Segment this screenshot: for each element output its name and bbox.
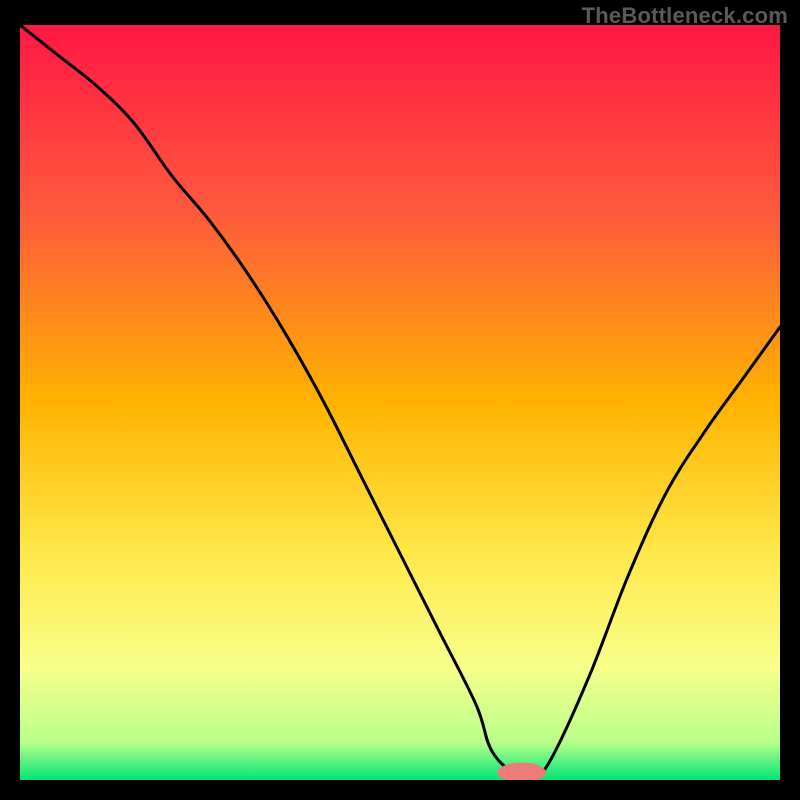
plot-background [20,25,780,780]
plot-area [20,25,780,780]
watermark-text: TheBottleneck.com [582,3,788,29]
chart-svg [20,25,780,780]
chart-frame: TheBottleneck.com [0,0,800,800]
